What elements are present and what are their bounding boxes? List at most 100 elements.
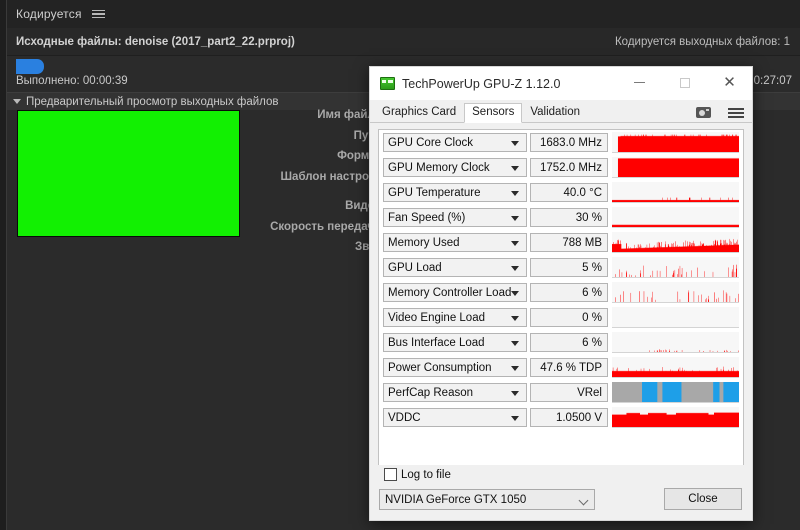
- sensor-name-label: GPU Temperature: [388, 186, 481, 199]
- chevron-down-icon: [578, 495, 589, 506]
- tab-graphics-card[interactable]: Graphics Card: [374, 103, 464, 124]
- sensor-name-dropdown[interactable]: Power Consumption: [383, 358, 527, 377]
- tabbar-icons: [696, 107, 744, 118]
- sensor-value: 1.0500 V: [530, 408, 608, 427]
- sensor-row: GPU Load 5 %: [379, 255, 743, 280]
- sensor-row: Video Engine Load 0 %: [379, 305, 743, 330]
- sensor-row: PerfCap Reason VRel: [379, 380, 743, 405]
- gpuz-titlebar: TechPowerUp GPU-Z 1.12.0 ✕: [370, 67, 752, 100]
- chevron-down-icon: [511, 215, 519, 221]
- sensor-name-label: Bus Interface Load: [388, 336, 485, 349]
- close-button[interactable]: ✕: [707, 67, 752, 98]
- sensor-row: GPU Memory Clock 1752.0 MHz: [379, 155, 743, 180]
- remaining-time: 0:27:07: [753, 75, 792, 87]
- encoder-tab-title[interactable]: Кодируется: [16, 7, 82, 21]
- chevron-down-icon: [511, 140, 519, 146]
- camera-icon[interactable]: [696, 107, 711, 118]
- sensor-list: GPU Core Clock 1683.0 MHz GPU Memory Clock…: [378, 129, 744, 504]
- meta-label-audio: Звук:: [255, 241, 385, 254]
- sensor-name-label: GPU Memory Clock: [388, 161, 490, 174]
- sensor-graph-canvas: [612, 132, 739, 152]
- sensor-graph[interactable]: [612, 382, 739, 403]
- sensor-graph[interactable]: [612, 132, 739, 153]
- meta-label-bitrate: Скорость передачи:: [270, 220, 385, 233]
- sensor-name-dropdown[interactable]: GPU Memory Clock: [383, 158, 527, 177]
- sensor-graph[interactable]: [612, 357, 739, 378]
- sensor-name-dropdown[interactable]: GPU Core Clock: [383, 133, 527, 152]
- sensor-graph[interactable]: [612, 332, 739, 353]
- chevron-down-icon: [511, 365, 519, 371]
- sensor-value: 1683.0 MHz: [530, 133, 608, 152]
- sensor-graph-canvas: [612, 182, 739, 202]
- sensor-graph[interactable]: [612, 182, 739, 203]
- left-rail: [0, 0, 7, 530]
- sensor-name-dropdown[interactable]: Video Engine Load: [383, 308, 527, 327]
- log-to-file-row[interactable]: Log to file: [384, 468, 451, 481]
- sensor-graph-canvas: [612, 257, 739, 277]
- sensor-graph[interactable]: [612, 157, 739, 178]
- meta-label-preset: Шаблон настроек:: [280, 170, 386, 183]
- chevron-down-icon: [13, 99, 21, 104]
- sensor-row: Memory Used 788 MB: [379, 230, 743, 255]
- sensor-name-label: PerfCap Reason: [388, 386, 474, 399]
- elapsed-label: Выполнено: 00:00:39: [16, 75, 128, 87]
- sensor-name-dropdown[interactable]: VDDC: [383, 408, 527, 427]
- source-files-label: Исходные файлы: denoise (2017_part2_22.p…: [16, 35, 295, 48]
- sensor-row: GPU Core Clock 1683.0 MHz: [379, 130, 743, 155]
- sensor-graph-canvas: [612, 232, 739, 252]
- sensor-value: 40.0 °C: [530, 183, 608, 202]
- sensor-name-label: Fan Speed (%): [388, 211, 466, 224]
- chevron-down-icon: [511, 415, 519, 421]
- sensor-name-dropdown[interactable]: Memory Controller Load: [383, 283, 527, 302]
- sensor-value: 1752.0 MHz: [530, 158, 608, 177]
- sensor-value: 0 %: [530, 308, 608, 327]
- log-to-file-checkbox[interactable]: [384, 468, 397, 481]
- sensor-row: GPU Temperature 40.0 °C: [379, 180, 743, 205]
- sensor-graph-canvas: [612, 307, 739, 327]
- chevron-down-icon: [511, 190, 519, 196]
- close-dialog-button[interactable]: Close: [664, 488, 742, 510]
- close-icon: ✕: [723, 74, 736, 91]
- meta-label-path: Путь:: [255, 130, 385, 143]
- source-files-bar: Исходные файлы: denoise (2017_part2_22.p…: [7, 28, 800, 56]
- sensor-graph[interactable]: [612, 232, 739, 253]
- chevron-down-icon: [511, 290, 519, 296]
- tab-validation[interactable]: Validation: [522, 103, 588, 124]
- sensor-graph[interactable]: [612, 407, 739, 428]
- sensor-graph[interactable]: [612, 282, 739, 303]
- sensor-graph-canvas: [612, 157, 739, 177]
- sensor-name-label: VDDC: [388, 411, 421, 424]
- sensor-graph[interactable]: [612, 207, 739, 228]
- sensor-name-label: Memory Controller Load: [388, 286, 512, 299]
- sensor-value: 6 %: [530, 333, 608, 352]
- gpuz-footer: Log to file NVIDIA GeForce GTX 1050 Clos…: [370, 465, 752, 520]
- sensor-graph[interactable]: [612, 257, 739, 278]
- maximize-button[interactable]: [662, 67, 707, 98]
- sensor-name-dropdown[interactable]: Memory Used: [383, 233, 527, 252]
- sensor-row: VDDC 1.0500 V: [379, 405, 743, 430]
- sensor-value: 47.6 % TDP: [530, 358, 608, 377]
- gpu-select[interactable]: NVIDIA GeForce GTX 1050: [379, 489, 595, 510]
- log-to-file-label: Log to file: [401, 468, 451, 481]
- sensor-name-dropdown[interactable]: PerfCap Reason: [383, 383, 527, 402]
- progress-fill: [16, 59, 44, 74]
- tab-sensors[interactable]: Sensors: [464, 102, 523, 123]
- sensor-name-dropdown[interactable]: Bus Interface Load: [383, 333, 527, 352]
- preview-section-title: Предварительный просмотр выходных файлов: [26, 95, 279, 108]
- sensor-value: VRel: [530, 383, 608, 402]
- gpuz-window: TechPowerUp GPU-Z 1.12.0 ✕ Graphics Card…: [369, 66, 753, 521]
- sensor-name-dropdown[interactable]: GPU Load: [383, 258, 527, 277]
- sensor-name-label: GPU Core Clock: [388, 136, 473, 149]
- sensor-row: Bus Interface Load 6 %: [379, 330, 743, 355]
- minimize-button[interactable]: [617, 67, 662, 98]
- sensor-graph-canvas: [612, 382, 739, 402]
- sensor-name-dropdown[interactable]: Fan Speed (%): [383, 208, 527, 227]
- sensor-graph[interactable]: [612, 307, 739, 328]
- gpuz-logo-icon: [380, 77, 395, 90]
- sensor-name-dropdown[interactable]: GPU Temperature: [383, 183, 527, 202]
- menu-icon[interactable]: [728, 107, 744, 118]
- sensor-value: 30 %: [530, 208, 608, 227]
- hamburger-icon[interactable]: [91, 8, 105, 20]
- sensor-value: 6 %: [530, 283, 608, 302]
- sensor-row: Fan Speed (%) 30 %: [379, 205, 743, 230]
